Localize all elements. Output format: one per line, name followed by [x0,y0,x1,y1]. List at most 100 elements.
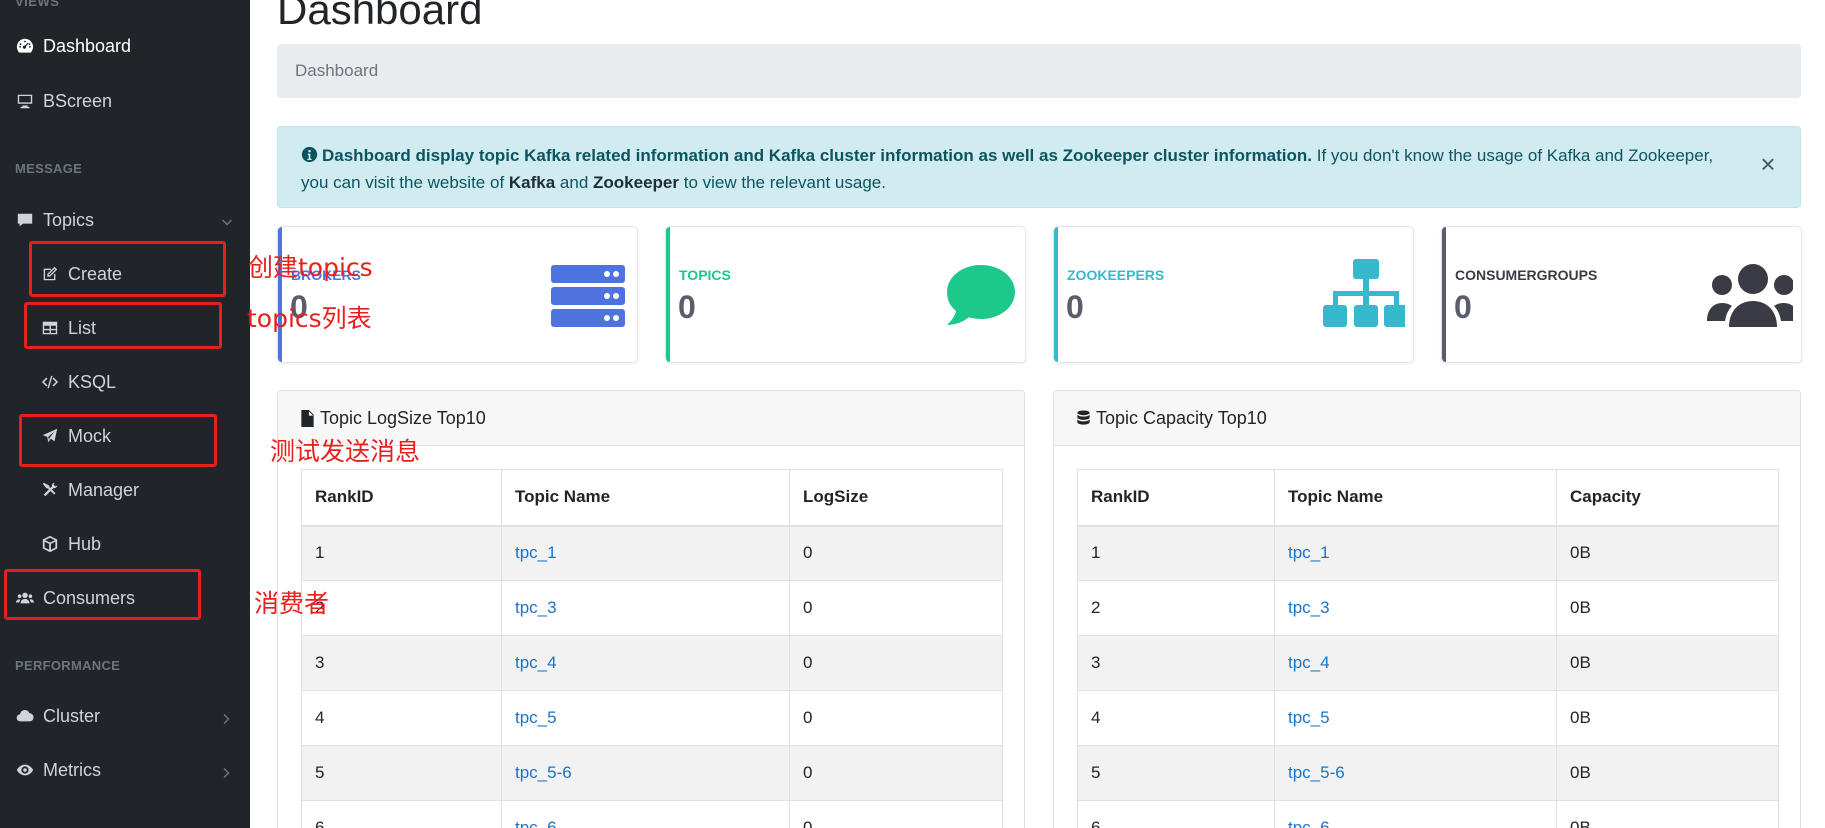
sidebar-item-label: Topics [43,209,95,230]
desktop-icon [15,91,35,111]
kafka-link[interactable]: Kafka [509,173,555,192]
rank-cell: 2 [1077,580,1275,636]
sidebar-item-ksql[interactable]: KSQL [40,362,235,402]
topic-name-cell: tpc_5-6 [501,745,790,801]
card-accent [1054,227,1058,362]
logsize-cell: 0 [789,580,1003,636]
topic-link[interactable]: tpc_5-6 [515,763,572,782]
rank-cell: 3 [301,635,502,691]
column-header-rankid[interactable]: RankID [301,469,502,527]
sidebar-heading-message: MESSAGE [15,161,83,176]
annotation-box-consumers [4,569,201,620]
column-header-topic-name[interactable]: Topic Name [1274,469,1557,527]
column-header-rankid[interactable]: RankID [1077,469,1275,527]
card-label: TOPICS [679,267,731,283]
annotation-text-list: topics列表 [247,304,372,333]
card-value: 0 [678,289,696,325]
capacity-cell: 0B [1556,745,1779,801]
topic-name-cell: tpc_1 [1274,525,1557,581]
column-header-topic-name[interactable]: Topic Name [501,469,790,527]
comment-icon [15,210,35,230]
rank-cell: 4 [301,690,502,746]
card-accent [666,227,670,362]
topic-link[interactable]: tpc_3 [1288,598,1330,617]
table-row: 3 tpc_4 0 [301,635,1003,691]
sitemap-icon [1309,257,1408,333]
annotation-box-mock [19,414,217,467]
panel-title: Topic LogSize Top10 [320,407,486,428]
sidebar-item-bscreen[interactable]: BScreen [15,81,235,121]
sidebar-heading-performance: PERFORMANCE [15,658,121,673]
brokers-card[interactable]: BROKERS 0 [277,226,638,363]
topic-link[interactable]: tpc_6 [1288,818,1330,828]
annotation-text-consumers: 消费者 [254,589,330,618]
close-button[interactable]: × [1758,151,1778,177]
topic-name-cell: tpc_3 [1274,580,1557,636]
rank-cell: 5 [1077,745,1275,801]
annotation-box-list [24,302,222,349]
panel-title: Topic Capacity Top10 [1096,407,1267,428]
topic-link[interactable]: tpc_1 [515,543,557,562]
rank-cell: 4 [1077,690,1275,746]
zookeeper-link[interactable]: Zookeeper [593,173,679,192]
info-alert: Dashboard display topic Kafka related in… [277,126,1801,208]
sidebar-item-cluster[interactable]: Cluster [15,696,235,736]
chevron-right-icon [221,709,233,724]
table-header-row: RankID Topic Name Capacity [1077,469,1779,527]
card-value: 0 [1066,289,1084,325]
sidebar-item-dashboard[interactable]: Dashboard [15,26,235,66]
column-header-logsize[interactable]: LogSize [789,469,1003,527]
card-accent [1442,227,1446,362]
capacity-cell: 0B [1556,525,1779,581]
sidebar-heading-views: VIEWS [15,0,60,9]
topic-name-cell: tpc_5-6 [1274,745,1557,801]
cube-icon [40,534,60,554]
consumergroups-card[interactable]: CONSUMERGROUPS 0 [1441,226,1802,363]
capacity-cell: 0B [1556,580,1779,636]
topic-name-cell: tpc_1 [501,525,790,581]
chevron-right-icon [221,763,233,778]
logsize-cell: 0 [789,690,1003,746]
topic-link[interactable]: tpc_5 [515,708,557,727]
capacity-table-wrap: RankID Topic Name Capacity 1 tpc_1 0B 2 [1077,469,1779,828]
alert-text: and [555,173,594,192]
topics-card[interactable]: TOPICS 0 [665,226,1026,363]
table-row: 3 tpc_4 0B [1077,635,1779,691]
annotation-text-create: 创建topics [248,253,373,282]
annotation-box-create [29,241,226,297]
page-title: Dashboard [277,0,483,33]
sidebar-item-hub[interactable]: Hub [40,524,235,564]
topic-link[interactable]: tpc_4 [515,653,557,672]
capacity-cell: 0B [1556,635,1779,691]
sidebar-item-label: Hub [68,533,102,554]
topic-link[interactable]: tpc_6 [515,818,557,828]
rank-cell: 2 [301,580,502,636]
comment-icon [921,257,1017,333]
logsize-cell: 0 [789,745,1003,801]
capacity-cell: 0B [1556,800,1779,828]
rank-cell: 3 [1077,635,1275,691]
table-row: 4 tpc_5 0B [1077,690,1779,746]
sidebar-item-label: Metrics [43,759,101,780]
breadcrumb-item: Dashboard [295,61,379,80]
code-icon [40,372,60,392]
topic-link[interactable]: tpc_5-6 [1288,763,1345,782]
topic-name-cell: tpc_6 [501,800,790,828]
table-row: 5 tpc_5-6 0 [301,745,1003,801]
topic-link[interactable]: tpc_1 [1288,543,1330,562]
topic-link[interactable]: tpc_5 [1288,708,1330,727]
alert-text: to view the relevant usage. [679,173,886,192]
alert-bold-text: Dashboard display topic Kafka related in… [322,146,1313,165]
card-label: CONSUMERGROUPS [1455,267,1598,283]
topic-link[interactable]: tpc_4 [1288,653,1330,672]
sidebar-item-topics[interactable]: Topics [15,200,235,240]
topic-link[interactable]: tpc_3 [515,598,557,617]
zookeepers-card[interactable]: ZOOKEEPERS 0 [1053,226,1414,363]
logsize-table-wrap: RankID Topic Name LogSize 1 tpc_1 0 2 tp… [301,469,1003,828]
annotation-text-mock: 测试发送消息 [270,437,421,466]
column-header-capacity[interactable]: Capacity [1556,469,1779,527]
sidebar-item-manager[interactable]: Manager [40,470,235,510]
table-header-row: RankID Topic Name LogSize [301,469,1003,527]
table-row: 6 tpc_6 0 [301,800,1003,828]
sidebar-item-metrics[interactable]: Metrics [15,750,235,790]
